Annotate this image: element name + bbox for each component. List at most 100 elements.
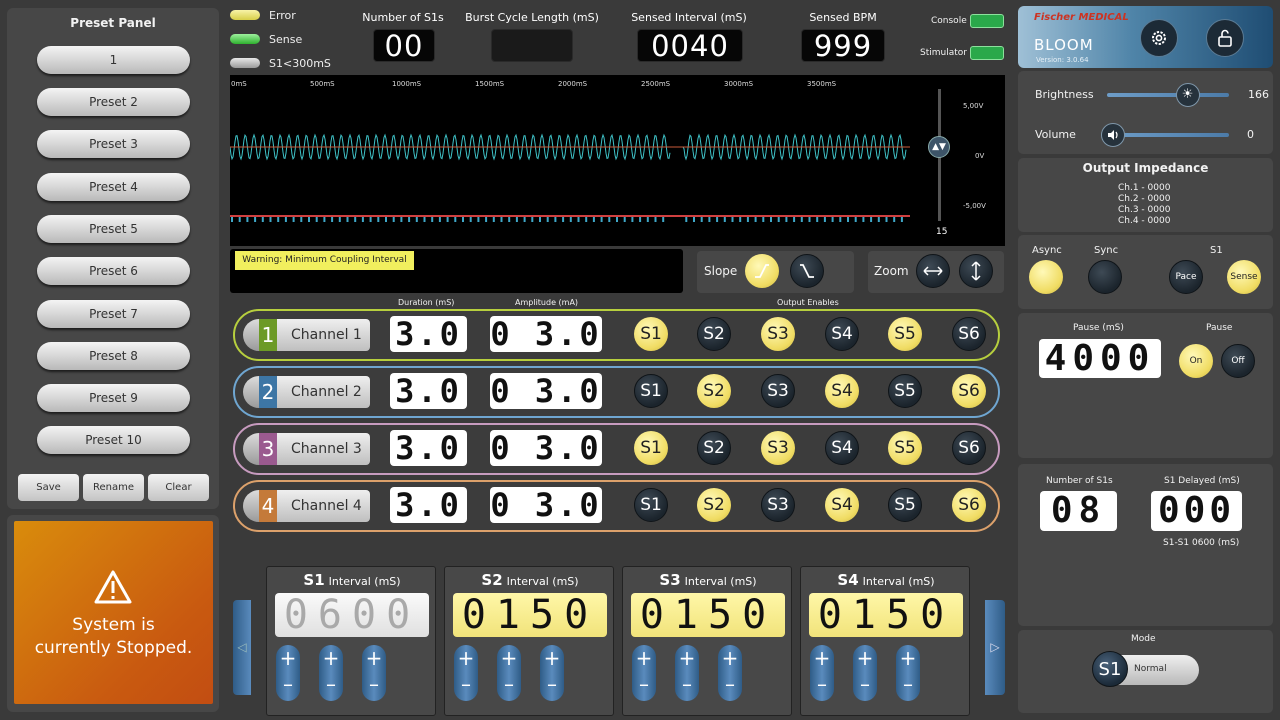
pause-on-button[interactable]: On	[1179, 344, 1213, 378]
interval-s2-digit-3-stepper[interactable]: + –	[540, 645, 564, 701]
mode-value: Normal	[1134, 664, 1167, 674]
channel-2-output-s4[interactable]: S4	[825, 374, 859, 408]
channel-3-output-s4[interactable]: S4	[825, 431, 859, 465]
channel-3-amplitude[interactable]: 0 3.0	[490, 430, 602, 466]
channel-3-output-s3[interactable]: S3	[761, 431, 795, 465]
sensed-interval-label: Sensed Interval (mS)	[631, 11, 747, 24]
lock-button[interactable]	[1206, 19, 1244, 57]
save-button[interactable]: Save	[18, 474, 79, 501]
channel-2-label[interactable]: Channel 2	[277, 376, 370, 408]
channel-3-output-s1[interactable]: S1	[634, 431, 668, 465]
channel-4-output-s5[interactable]: S5	[888, 488, 922, 522]
scope-slider-handle[interactable]: ▲▼	[928, 136, 950, 158]
amplitude-header: Amplitude (mA)	[515, 298, 579, 307]
clear-button[interactable]: Clear	[148, 474, 209, 501]
time-tick-2000: 2000mS	[558, 80, 588, 88]
channel-4-output-s1[interactable]: S1	[634, 488, 668, 522]
preset-2-button[interactable]: Preset 2	[37, 88, 190, 116]
channel-2-output-s3[interactable]: S3	[761, 374, 795, 408]
zoom-horizontal-button[interactable]	[916, 254, 950, 288]
channel-2-output-s6[interactable]: S6	[952, 374, 986, 408]
preset-8-button[interactable]: Preset 8	[37, 342, 190, 370]
volume-slider[interactable]	[1107, 133, 1229, 137]
channel-1-duration[interactable]: 3.0	[390, 316, 467, 352]
preset-4-button[interactable]: Preset 4	[37, 173, 190, 201]
pause-off-button[interactable]: Off	[1221, 344, 1255, 378]
interval-s1-digit-3-stepper[interactable]: + –	[362, 645, 386, 701]
channel-2-output-s2[interactable]: S2	[697, 374, 731, 408]
channel-4-amplitude[interactable]: 0 3.0	[490, 487, 602, 523]
channel-2-duration[interactable]: 3.0	[390, 373, 467, 409]
channel-1-output-s5[interactable]: S5	[888, 317, 922, 351]
duration-header: Duration (mS)	[398, 298, 455, 307]
async-button[interactable]	[1029, 260, 1063, 294]
s1-delayed-display[interactable]: 000	[1151, 491, 1242, 531]
channel-1-output-s2[interactable]: S2	[697, 317, 731, 351]
preset-7-button[interactable]: Preset 7	[37, 300, 190, 328]
interval-value-s2[interactable]: 0150	[453, 593, 607, 637]
interval-s3-digit-1-stepper[interactable]: + –	[632, 645, 656, 701]
brightness-knob[interactable]: ☀	[1175, 83, 1200, 107]
preset-1-button[interactable]: 1	[37, 46, 190, 74]
interval-value-s1[interactable]: 0600	[275, 593, 429, 637]
channel-1-output-s6[interactable]: S6	[952, 317, 986, 351]
interval-s4-digit-3-stepper[interactable]: + –	[896, 645, 920, 701]
settings-gear-button[interactable]	[1140, 19, 1178, 57]
interval-s1-digit-2-stepper[interactable]: + –	[319, 645, 343, 701]
preset-5-button[interactable]: Preset 5	[37, 215, 190, 243]
interval-value-s3[interactable]: 0150	[631, 593, 785, 637]
channel-1-output-s3[interactable]: S3	[761, 317, 795, 351]
interval-title-s2: S2 Interval (mS)	[445, 571, 615, 589]
interval-name-s3: S3	[659, 571, 681, 589]
channel-4-output-s6[interactable]: S6	[952, 488, 986, 522]
slope-falling-button[interactable]	[790, 254, 824, 288]
channel-2-output-s1[interactable]: S1	[634, 374, 668, 408]
rising-slope-icon	[755, 264, 769, 278]
channel-4-duration[interactable]: 3.0	[390, 487, 467, 523]
channel-2-output-s5[interactable]: S5	[888, 374, 922, 408]
channel-4-label[interactable]: Channel 4	[277, 490, 370, 522]
num-s1s-display[interactable]: 08	[1040, 491, 1117, 531]
preset-9-button[interactable]: Preset 9	[37, 384, 190, 412]
slope-rising-button[interactable]	[745, 254, 779, 288]
channel-4-output-s2[interactable]: S2	[697, 488, 731, 522]
interval-s2-digit-2-stepper[interactable]: + –	[497, 645, 521, 701]
channel-4-output-s3[interactable]: S3	[761, 488, 795, 522]
channel-1-label[interactable]: Channel 1	[277, 319, 370, 351]
interval-s2-digit-1-stepper[interactable]: + –	[454, 645, 478, 701]
sync-button[interactable]	[1088, 260, 1122, 294]
channel-4-output-s4[interactable]: S4	[825, 488, 859, 522]
channel-3-duration[interactable]: 3.0	[390, 430, 467, 466]
channel-2-amplitude[interactable]: 0 3.0	[490, 373, 602, 409]
channel-3-output-s6[interactable]: S6	[952, 431, 986, 465]
rename-button[interactable]: Rename	[83, 474, 144, 501]
brightness-slider[interactable]	[1107, 93, 1229, 97]
async-label: Async	[1032, 245, 1062, 256]
channel-1-output-s1[interactable]: S1	[634, 317, 668, 351]
interval-s1-digit-1-stepper[interactable]: + –	[276, 645, 300, 701]
horizontal-arrows-icon	[923, 266, 943, 276]
channel-3-output-s5[interactable]: S5	[888, 431, 922, 465]
zoom-vertical-button[interactable]	[959, 254, 993, 288]
interval-s3-digit-3-stepper[interactable]: + –	[718, 645, 742, 701]
channel-1-amplitude[interactable]: 0 3.0	[490, 316, 602, 352]
channel-1-output-s4[interactable]: S4	[825, 317, 859, 351]
interval-s3-digit-2-stepper[interactable]: + –	[675, 645, 699, 701]
pace-button[interactable]: Pace	[1169, 260, 1203, 294]
interval-value-s4[interactable]: 0150	[809, 593, 963, 637]
sense-button[interactable]: Sense	[1227, 260, 1261, 294]
s1-legend-swatch	[230, 58, 260, 68]
volume-knob[interactable]	[1101, 123, 1125, 147]
channel-3-label[interactable]: Channel 3	[277, 433, 370, 465]
preset-3-button[interactable]: Preset 3	[37, 130, 190, 158]
pause-value-display[interactable]: 4000	[1039, 339, 1161, 378]
prev-page-button[interactable]: ◁	[233, 600, 251, 695]
preset-6-button[interactable]: Preset 6	[37, 257, 190, 285]
gear-icon	[1152, 31, 1166, 45]
preset-10-button[interactable]: Preset 10	[37, 426, 190, 454]
channel-3-output-s2[interactable]: S2	[697, 431, 731, 465]
interval-s4-digit-1-stepper[interactable]: + –	[810, 645, 834, 701]
interval-s4-digit-2-stepper[interactable]: + –	[853, 645, 877, 701]
speaker-icon	[1108, 130, 1118, 140]
next-page-button[interactable]: ▷	[985, 600, 1005, 695]
